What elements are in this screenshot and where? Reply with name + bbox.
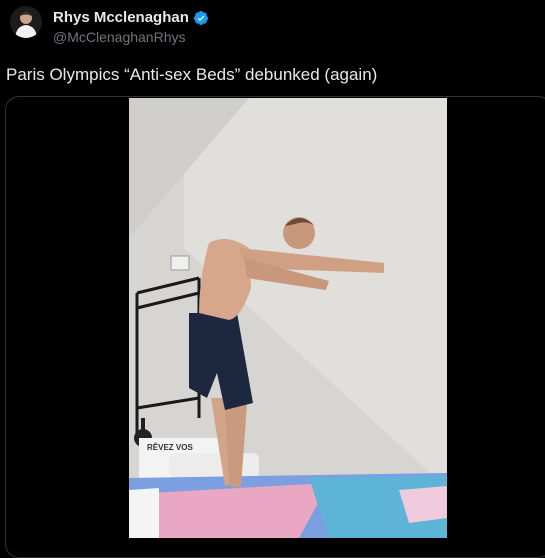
author-avatar[interactable] [10,6,42,38]
author-name-row: Rhys Mcclenaghan [53,9,209,26]
tweet-text: Paris Olympics “Anti-sex Beds” debunked … [6,65,378,84]
author-handle[interactable]: @McClenaghanRhys [53,29,186,45]
video-frame: RÊVEZ VOS [129,98,447,538]
verified-badge-icon [193,10,209,26]
video-player[interactable]: RÊVEZ VOS [129,98,447,538]
author-display-name[interactable]: Rhys Mcclenaghan [53,9,189,26]
media-container[interactable]: RÊVEZ VOS [5,96,545,558]
box-label-text: RÊVEZ VOS [147,443,193,452]
avatar-image [10,6,42,38]
